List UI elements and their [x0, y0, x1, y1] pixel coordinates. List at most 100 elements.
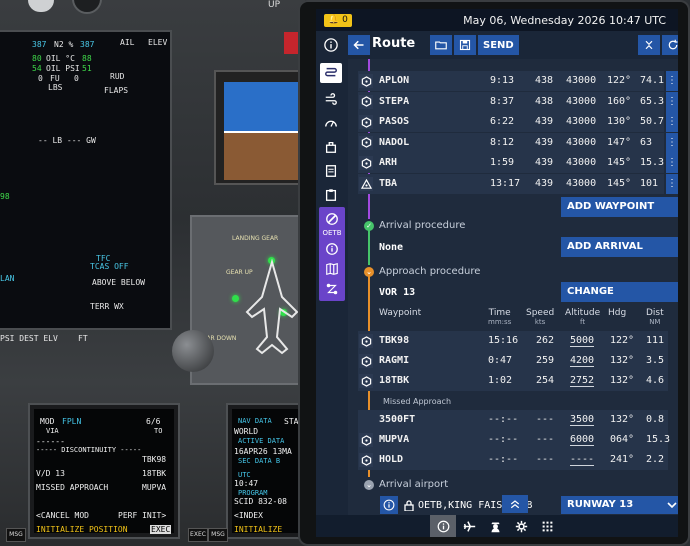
- waypoint-row[interactable]: APLON 9:13 438 43000 122° 74.1 ⋮: [348, 71, 678, 91]
- cell-alt: 43000: [566, 116, 597, 128]
- cell-alt[interactable]: 3500: [570, 414, 595, 426]
- warning-button[interactable]: [284, 32, 298, 54]
- add-arrival-button[interactable]: ADD ARRIVAL: [561, 237, 678, 257]
- documents-rail-button[interactable]: [320, 161, 342, 181]
- n2-label: N2 %: [54, 40, 74, 49]
- row-menu-button[interactable]: ⋮: [666, 71, 678, 91]
- cell-dist: 0.8: [646, 414, 665, 425]
- performance-rail-button[interactable]: [320, 113, 342, 133]
- bottom-info-button[interactable]: [430, 515, 456, 537]
- cell-alt[interactable]: 4200: [570, 355, 595, 367]
- row-menu-button[interactable]: ⋮: [666, 91, 678, 112]
- arrival-timeline-line: [368, 225, 370, 265]
- fu-right: 0: [74, 74, 79, 83]
- route-rail-button[interactable]: [320, 63, 342, 83]
- cell-alt[interactable]: 2752: [570, 375, 595, 387]
- airport-procedures-button[interactable]: [321, 279, 343, 299]
- msg-button-right[interactable]: MSG: [208, 528, 228, 542]
- refresh-button[interactable]: [662, 35, 678, 55]
- waypoint-row[interactable]: STEPA 8:37 438 43000 160° 65.3 ⋮: [348, 91, 678, 112]
- airport-info-icon[interactable]: [380, 496, 398, 514]
- save-button[interactable]: [454, 35, 476, 55]
- eicas-display: 387 N2 % 387 80 OIL °C 88 54 OIL PSI 51 …: [0, 30, 172, 343]
- col-altitude-unit: ft: [580, 318, 586, 326]
- cdu-cancel-mod[interactable]: <CANCEL MOD: [36, 511, 89, 520]
- add-waypoint-button[interactable]: ADD WAYPOINT: [561, 197, 678, 217]
- missed-approach-row[interactable]: HOLD --:-- --- ---- 241° 2.2: [348, 450, 668, 470]
- approach-row[interactable]: RAGMI 0:47 259 4200 132° 3.5: [348, 351, 668, 371]
- cell-hdg: 132°: [610, 355, 635, 366]
- gear-lever-knob[interactable]: [172, 330, 214, 372]
- row-menu-button[interactable]: ⋮: [666, 112, 678, 133]
- msg-button-left[interactable]: MSG: [6, 528, 26, 542]
- info-icon: [324, 38, 338, 52]
- airport-info-button[interactable]: [321, 239, 343, 259]
- arrival-airport-row[interactable]: OETB,KING FAISAL AB: [380, 496, 560, 515]
- airport-charts-button[interactable]: [321, 259, 343, 279]
- cdu-index[interactable]: <INDEX: [234, 511, 263, 520]
- cell-name: TBA: [379, 178, 398, 189]
- cdu-init-position[interactable]: INITIALIZE POSITION: [36, 525, 128, 534]
- collapse-all-button[interactable]: [638, 35, 660, 55]
- bell-icon: 🔔: [328, 15, 340, 25]
- cdu-vd13: V/D 13: [36, 469, 65, 478]
- cell-alt[interactable]: 6000: [570, 434, 595, 446]
- notification-badge[interactable]: 🔔 0: [324, 14, 352, 27]
- airport-rail-button[interactable]: [321, 209, 343, 229]
- cell-hdg: 132°: [610, 375, 635, 386]
- overhead-knob-light: [28, 0, 54, 12]
- row-menu-button[interactable]: ⋮: [666, 132, 678, 153]
- above-below-label: ABOVE BELOW: [92, 278, 145, 287]
- cell-time: 9:13: [490, 75, 515, 86]
- weather-rail-button[interactable]: [320, 89, 342, 109]
- cell-alt: 43000: [566, 178, 597, 189]
- cell-alt[interactable]: ----: [570, 454, 595, 466]
- runway-select[interactable]: RUNWAY 13: [561, 496, 678, 514]
- bottom-flight-button[interactable]: [456, 515, 482, 537]
- approach-row[interactable]: TBK98 15:16 262 5000 122° 111: [348, 331, 668, 351]
- exec-button[interactable]: EXEC: [188, 528, 208, 542]
- row-menu-button[interactable]: ⋮: [666, 174, 678, 194]
- waypoint-row[interactable]: PASOS 6:22 439 43000 130° 50.7 ⋮: [348, 112, 678, 133]
- cdu-utc-value: 10:47: [234, 479, 259, 488]
- cell-name: APLON: [379, 75, 410, 86]
- waypoint-row[interactable]: ARH 1:59 439 43000 145° 15.3 ⋮: [348, 153, 678, 174]
- airport-oetb-group[interactable]: OETB: [319, 207, 345, 301]
- back-button[interactable]: [348, 35, 370, 55]
- oil-temp-right: 88: [82, 54, 92, 63]
- speed-98-label: 98: [0, 192, 10, 201]
- open-folder-button[interactable]: [430, 35, 452, 55]
- waypoint-icon: [359, 334, 373, 348]
- bottom-apps-button[interactable]: [534, 515, 560, 537]
- missed-approach-row[interactable]: MUPVA --:-- --- 6000 064° 15.3: [348, 430, 670, 450]
- n2-left-value: 387: [32, 40, 47, 49]
- oil-temp-label: OIL °C: [46, 54, 75, 63]
- change-approach-button[interactable]: CHANGE: [561, 282, 678, 302]
- missed-approach-row[interactable]: 3500FT --:-- --- 3500 132° 0.8: [348, 410, 668, 430]
- cdu-initialize[interactable]: INITIALIZE: [234, 525, 282, 534]
- cdu-exec[interactable]: EXEC: [150, 525, 172, 534]
- flaps-label: FLAPS: [104, 86, 129, 95]
- cell-dist: 63: [640, 136, 653, 148]
- approach-procedure-label: Approach procedure: [379, 266, 481, 277]
- terr-wx-label: TERR WX: [90, 302, 124, 311]
- cdu-perf-init[interactable]: PERF INIT>: [118, 511, 166, 520]
- approach-row[interactable]: 18TBK 1:02 254 2752 132° 4.6: [348, 371, 668, 391]
- cell-name: ARH: [379, 157, 398, 169]
- waypoint-row[interactable]: NADOL 8:12 439 43000 147° 63 ⋮: [348, 132, 678, 153]
- col-dist-unit: NM: [649, 318, 661, 326]
- map-icon: [326, 263, 338, 275]
- bottom-settings-button[interactable]: [508, 515, 534, 537]
- cell-alt[interactable]: 5000: [570, 335, 595, 347]
- info-rail-button[interactable]: [320, 35, 342, 55]
- weight-rail-button[interactable]: [320, 137, 342, 157]
- waypoint-row[interactable]: TBA 13:17 439 43000 145° 101 ⋮: [348, 174, 678, 194]
- cell-hdg: 145°: [607, 178, 632, 189]
- expand-up-button[interactable]: [502, 495, 528, 513]
- send-button[interactable]: SEND: [478, 35, 519, 55]
- checklist-rail-button[interactable]: [320, 185, 342, 205]
- lbs-label: LBS: [48, 83, 63, 92]
- bottom-crew-button[interactable]: [482, 515, 508, 537]
- cell-hdg: 130°: [607, 116, 632, 128]
- row-menu-button[interactable]: ⋮: [666, 153, 678, 174]
